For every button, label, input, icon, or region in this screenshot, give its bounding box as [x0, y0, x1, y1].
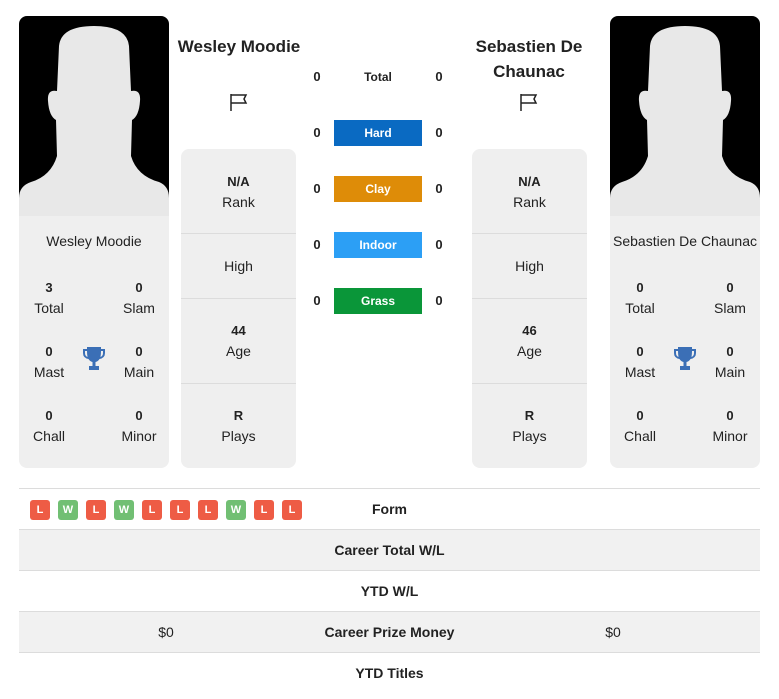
h2h-clay-row: 0 Clay 0 — [300, 176, 460, 202]
titles-mast: 0 Mast — [33, 344, 65, 380]
row-label: Career Total W/L — [334, 542, 445, 558]
titles-minor: 0 Minor — [712, 408, 748, 444]
player-stats-panel: N/A Rank High 44 Age R Plays — [181, 149, 296, 468]
h2h-grass-row: 0 Grass 0 — [300, 288, 460, 314]
player-titles-card: Sebastien De Chaunac 0 Total 0 Slam 0 Mast … — [610, 216, 760, 468]
h2h-hard-row: 0 Hard 0 — [300, 120, 460, 146]
stat-age: 46 Age — [517, 323, 542, 359]
h2h-left-value: 0 — [313, 181, 321, 196]
titles-total: 3 Total — [34, 280, 64, 316]
divider — [472, 383, 587, 384]
row-label: YTD W/L — [360, 583, 419, 599]
player-titles-card: Wesley Moodie 3 Total 0 Slam 0 Mast 0 Main 0… — [19, 216, 169, 468]
titles-total: 0 Total — [625, 280, 655, 316]
trophy-icon — [83, 347, 105, 370]
divider — [472, 298, 587, 299]
player-stats-panel: N/A Rank High 46 Age R Plays — [472, 149, 587, 468]
stat-age: 44 Age — [226, 323, 251, 359]
player-name[interactable]: Sebastien De Chaunac — [610, 233, 760, 249]
stat-plays: R Plays — [221, 408, 256, 444]
player-name-heading[interactable]: Sebastien De Chaunac — [454, 34, 604, 84]
flag-icon — [520, 94, 538, 111]
player-name[interactable]: Wesley Moodie — [19, 233, 169, 249]
h2h-left-value: 0 — [313, 293, 321, 308]
form-row: LWLWLLLWLL Form — [19, 488, 760, 529]
h2h-left-value: 0 — [313, 237, 321, 252]
h2h-total-row: 0 Total 0 — [300, 64, 460, 90]
silhouette-icon — [19, 26, 169, 216]
surface-badge-hard[interactable]: Hard — [334, 120, 422, 146]
titles-main: 0 Main — [123, 344, 155, 380]
h2h-right-value: 0 — [435, 293, 443, 308]
table-row: YTD W/L — [19, 570, 760, 611]
h2h-left-value: 0 — [313, 69, 321, 84]
h2h-left-value: 0 — [313, 125, 321, 140]
stat-high: High — [515, 258, 544, 274]
titles-chall: 0 Chall — [33, 408, 65, 444]
h2h-right-value: 0 — [435, 237, 443, 252]
titles-main: 0 Main — [714, 344, 746, 380]
table-row: $0 Career Prize Money $0 — [19, 611, 760, 652]
surface-badge-indoor[interactable]: Indoor — [334, 232, 422, 258]
stat-rank: N/A Rank — [513, 174, 546, 210]
trophy-icon — [674, 347, 696, 370]
right-value: $0 — [605, 624, 621, 640]
titles-mast: 0 Mast — [624, 344, 656, 380]
titles-slam: 0 Slam — [123, 280, 155, 316]
player-photo — [19, 16, 169, 216]
h2h-indoor-row: 0 Indoor 0 — [300, 232, 460, 258]
player-name-heading[interactable]: Wesley Moodie — [164, 34, 314, 59]
silhouette-icon — [610, 26, 760, 216]
table-row: YTD Titles — [19, 652, 760, 693]
h2h-right-value: 0 — [435, 125, 443, 140]
titles-chall: 0 Chall — [624, 408, 656, 444]
stat-high: High — [224, 258, 253, 274]
stat-plays: R Plays — [512, 408, 547, 444]
h2h-right-value: 0 — [435, 181, 443, 196]
row-label: Form — [372, 501, 407, 517]
stat-rank: N/A Rank — [222, 174, 255, 210]
flag-icon — [230, 94, 248, 111]
divider — [181, 233, 296, 234]
divider — [181, 383, 296, 384]
surface-badge-grass[interactable]: Grass — [334, 288, 422, 314]
comparison-table: LWLWLLLWLL Form Career Total W/L YTD W/L… — [19, 488, 760, 693]
row-label: YTD Titles — [355, 665, 424, 681]
player-photo — [610, 16, 760, 216]
table-row: Career Total W/L — [19, 529, 760, 570]
titles-minor: 0 Minor — [121, 408, 157, 444]
surface-label-total: Total — [364, 70, 392, 84]
surface-badge-clay[interactable]: Clay — [334, 176, 422, 202]
divider — [181, 298, 296, 299]
divider — [472, 233, 587, 234]
titles-slam: 0 Slam — [714, 280, 746, 316]
h2h-right-value: 0 — [435, 69, 443, 84]
